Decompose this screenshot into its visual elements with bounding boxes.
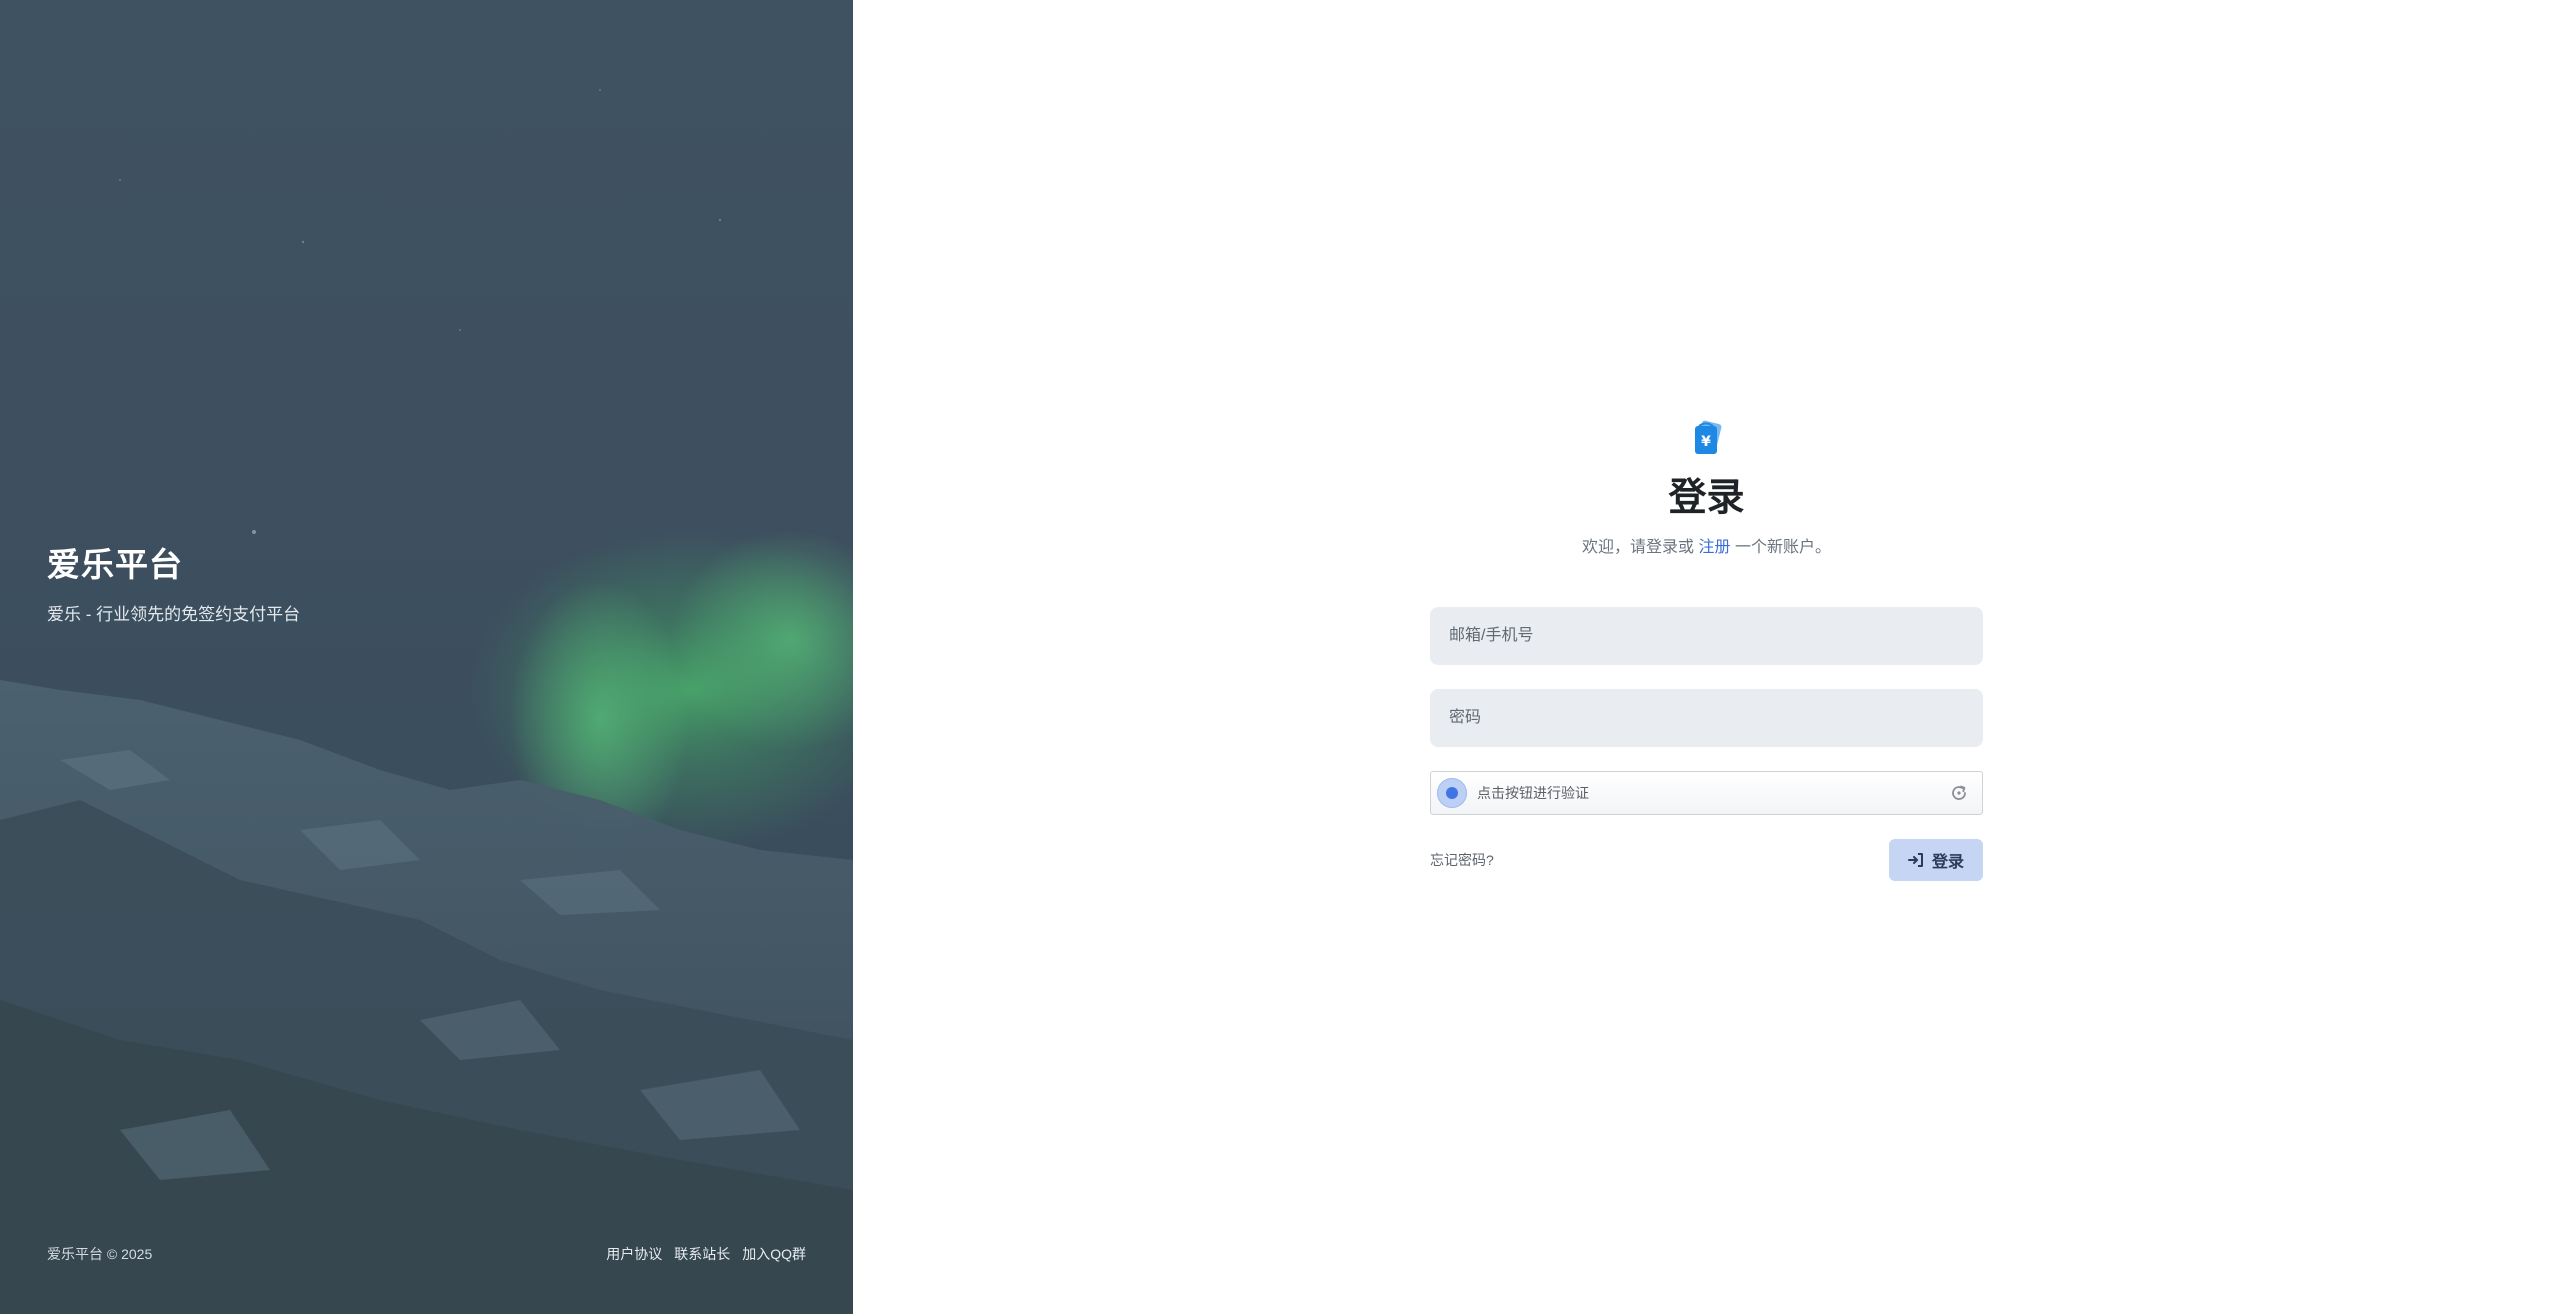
brand-subtitle: 爱乐 - 行业领先的免签约支付平台 <box>47 605 301 624</box>
login-desc-prefix: 欢迎，请登录或 <box>1582 539 1695 556</box>
login-panel: ¥ 登录 欢迎，请登录或 注册 一个新账户。 点击按钮进行验证 <box>853 0 2560 1314</box>
login-description: 欢迎，请登录或 注册 一个新账户。 <box>1430 533 1983 557</box>
login-page: 爱乐平台 爱乐 - 行业领先的免签约支付平台 爱乐平台 © 2025 用户协议 … <box>0 0 2560 1314</box>
login-button[interactable]: 登录 <box>1889 839 1983 881</box>
background-image <box>0 89 853 1314</box>
svg-text:¥: ¥ <box>1701 434 1711 450</box>
form-actions: 忘记密码? 登录 <box>1430 839 1983 881</box>
logo: ¥ <box>1430 420 1983 456</box>
login-title: 登录 <box>1668 477 1745 519</box>
copyright-text: 爱乐平台 © 2025 <box>47 1246 153 1262</box>
sign-in-icon <box>1907 852 1924 868</box>
forgot-password-link[interactable]: 忘记密码? <box>1430 850 1494 870</box>
password-input[interactable] <box>1447 708 1966 728</box>
yen-wallet-icon: ¥ <box>1694 420 1721 454</box>
brand-footer: 爱乐平台 © 2025 用户协议 联系站长 加入QQ群 <box>47 1244 806 1264</box>
register-link[interactable]: 注册 <box>1698 539 1730 556</box>
brand-block: 爱乐平台 爱乐 - 行业领先的免签约支付平台 <box>47 538 300 625</box>
email-field[interactable] <box>1430 607 1983 665</box>
footer-link-user-agreement[interactable]: 用户协议 <box>606 1244 662 1264</box>
login-button-label: 登录 <box>1931 854 1964 871</box>
brand-title: 爱乐平台 <box>47 546 183 583</box>
footer-link-join-qq-group[interactable]: 加入QQ群 <box>742 1244 806 1264</box>
password-field[interactable] <box>1430 689 1983 747</box>
captcha-verify-button[interactable]: 点击按钮进行验证 <box>1430 771 1983 815</box>
captcha-radar-icon <box>1437 778 1467 808</box>
footer-links: 用户协议 联系站长 加入QQ群 <box>606 1244 806 1264</box>
brand-panel: 爱乐平台 爱乐 - 行业领先的免签约支付平台 爱乐平台 © 2025 用户协议 … <box>0 0 853 1314</box>
refresh-icon[interactable] <box>1948 782 1970 804</box>
login-form: ¥ 登录 欢迎，请登录或 注册 一个新账户。 点击按钮进行验证 <box>1430 420 1983 881</box>
captcha-text: 点击按钮进行验证 <box>1477 785 1589 801</box>
email-input[interactable] <box>1447 626 1966 646</box>
login-desc-suffix: 一个新账户。 <box>1734 539 1831 556</box>
footer-link-contact-admin[interactable]: 联系站长 <box>674 1244 730 1264</box>
